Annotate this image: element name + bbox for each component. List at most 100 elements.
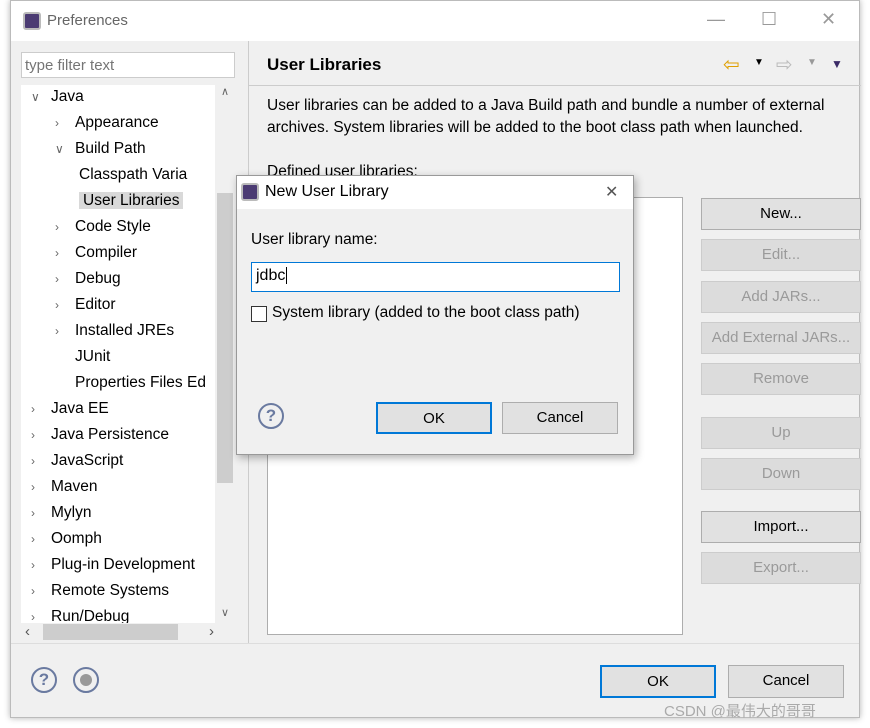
tree-item[interactable]: › Maven [31,475,98,499]
tree-item-label: Properties Files Ed [75,374,206,391]
tree-item-label: Remote Systems [51,582,170,599]
title-bar: Preferences — ☐ ✕ [11,1,859,41]
tree-item-label: Java Persistence [51,426,170,443]
library-name-input[interactable]: jdbc [251,262,620,292]
tree-item[interactable]: User Libraries [79,189,184,213]
eclipse-icon [241,183,259,201]
forward-dropdown-icon[interactable]: ▼ [807,57,817,68]
scroll-left-icon[interactable]: ‹ [25,623,30,640]
hscroll-thumb[interactable] [43,624,178,640]
dialog-help-icon[interactable]: ? [258,403,284,429]
chevron-down-icon[interactable]: ∨ [31,85,51,109]
tree-item[interactable]: ∨ Build Path [55,137,146,161]
button-add-external-jars[interactable]: Add External JARs... [701,322,861,354]
filter-input[interactable] [21,52,235,78]
watermark: CSDN @最伟大的哥哥 [664,703,816,720]
back-arrow-icon[interactable]: ⇦ [723,52,740,77]
tree-item[interactable]: › Java EE [31,397,109,421]
dialog-cancel-button[interactable]: Cancel [502,402,618,434]
tree-item[interactable]: › Oomph [31,527,102,551]
tree-item[interactable]: › Code Style [55,215,151,239]
cancel-button[interactable]: Cancel [728,665,844,698]
dialog-title-bar: New User Library ✕ [237,176,633,209]
window-title: Preferences [47,12,128,29]
footer-divider [11,643,859,644]
chevron-right-icon[interactable]: › [55,215,75,239]
forward-arrow-icon[interactable]: ⇨ [776,52,793,77]
view-menu-icon[interactable]: ▼ [831,57,843,71]
scroll-right-icon[interactable]: › [209,623,214,640]
chevron-right-icon[interactable]: › [31,397,51,421]
chevron-right-icon[interactable]: › [31,553,51,577]
button-remove[interactable]: Remove [701,363,861,395]
scroll-up-icon[interactable]: ∧ [215,85,235,98]
tree-item[interactable]: › Remote Systems [31,579,169,603]
close-button[interactable]: ✕ [821,9,836,30]
back-dropdown-icon[interactable]: ▼ [754,57,764,68]
scroll-down-icon[interactable]: ∨ [215,606,235,619]
tree-item[interactable]: › Mylyn [31,501,91,525]
button-import[interactable]: Import... [701,511,861,543]
tree-item-label: Mylyn [51,504,92,521]
tree-item-label: Maven [51,478,98,495]
dialog-title: New User Library [265,183,389,200]
tree-item-label: Plug-in Development [51,556,195,573]
page-title: User Libraries [267,55,382,74]
chevron-right-icon[interactable]: › [31,501,51,525]
tree-item-label: Code Style [75,218,151,235]
chevron-right-icon[interactable]: › [31,449,51,473]
system-library-label[interactable]: System library (added to the boot class … [272,304,580,322]
tree-item[interactable]: › Appearance [55,111,159,135]
tree-item[interactable]: › Editor [55,293,116,317]
tree-item[interactable]: › Debug [55,267,121,291]
tree-item[interactable]: › JavaScript [31,449,123,473]
library-name-value: jdbc [256,267,286,284]
chevron-right-icon[interactable]: › [31,423,51,447]
chevron-right-icon[interactable]: › [55,293,75,317]
tree-item-label: Classpath Varia [79,166,188,183]
maximize-button[interactable]: ☐ [761,9,777,30]
chevron-right-icon[interactable]: › [55,267,75,291]
button-down[interactable]: Down [701,458,861,490]
tree-vertical-scrollbar[interactable]: ∧ ∨ [215,85,235,623]
tree-item[interactable]: › Java Persistence [31,423,169,447]
button-export[interactable]: Export... [701,552,861,584]
minimize-button[interactable]: — [707,9,725,30]
button-add-jars[interactable]: Add JARs... [701,281,861,313]
tree-item-label: Installed JREs [75,322,175,339]
chevron-right-icon[interactable]: › [31,579,51,603]
tree-item[interactable]: › Installed JREs [55,319,174,343]
help-icon[interactable]: ? [31,667,57,693]
name-label: User library name: [251,231,378,248]
chevron-right-icon[interactable]: › [31,475,51,499]
dialog-close-button[interactable]: ✕ [605,182,618,202]
tree-item[interactable]: › Compiler [55,241,137,265]
eclipse-icon [23,12,41,30]
tree-item[interactable]: Classpath Varia [79,163,187,187]
tree-item-label: Run/Debug [51,608,130,623]
dialog-ok-button[interactable]: OK [376,402,492,434]
chevron-right-icon[interactable]: › [55,241,75,265]
tree-item[interactable]: › Run/Debug [31,605,129,623]
tree-item[interactable]: JUnit [55,345,110,369]
tree-horizontal-scrollbar[interactable]: ‹ › [21,623,235,641]
button-edit[interactable]: Edit... [701,239,861,271]
tree-item[interactable]: ∨ Java [31,85,84,109]
chevron-right-icon[interactable]: › [31,527,51,551]
tree-item-label: Editor [75,296,116,313]
tree-item-label: Appearance [75,114,159,131]
scroll-thumb[interactable] [217,193,233,483]
system-library-checkbox[interactable] [251,306,267,322]
tree-item[interactable]: Properties Files Ed [55,371,206,395]
tree-item-label: Java EE [51,400,109,417]
tree-item[interactable]: › Plug-in Development [31,553,195,577]
chevron-right-icon[interactable]: › [31,605,51,623]
import-export-icon[interactable] [73,667,99,693]
ok-button[interactable]: OK [600,665,716,698]
button-up[interactable]: Up [701,417,861,449]
chevron-down-icon[interactable]: ∨ [55,137,75,161]
tree-item-label: Build Path [75,140,146,157]
chevron-right-icon[interactable]: › [55,111,75,135]
chevron-right-icon[interactable]: › [55,319,75,343]
button-new[interactable]: New... [701,198,861,230]
